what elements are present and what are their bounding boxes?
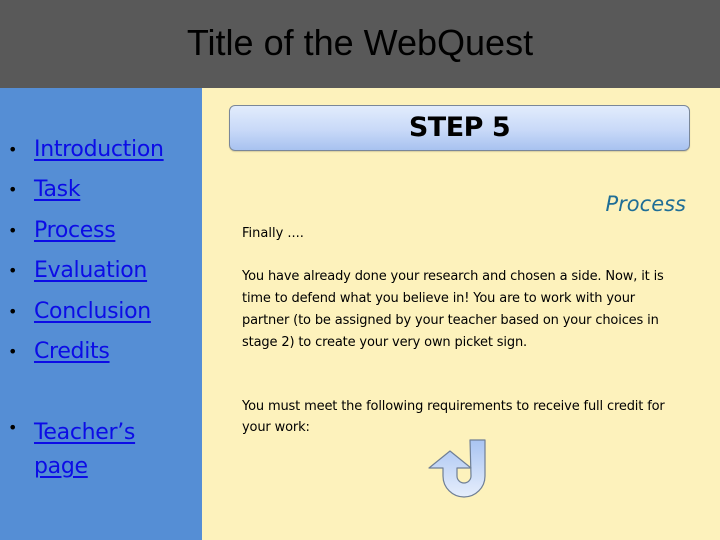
bullet-icon: • [8, 418, 18, 437]
sidebar-nav: • Introduction • Task • Process • Evalua… [0, 88, 202, 540]
nav-link-teachers-page[interactable]: Teacher’s page [34, 416, 184, 484]
requirements-paragraph: You must meet the following requirements… [242, 399, 665, 435]
instructions-paragraph: You have already done your research and … [242, 269, 664, 350]
step-title: STEP 5 [408, 112, 511, 143]
nav-link-process[interactable]: Process [34, 214, 116, 248]
nav-link-task[interactable]: Task [34, 173, 81, 207]
bullet-icon: • [8, 220, 18, 240]
bullet-icon: • [8, 140, 18, 159]
intro-text: Finally .... [242, 226, 304, 241]
section-heading: Process [605, 192, 687, 216]
page-title: Title of the WebQuest [186, 22, 534, 63]
nav-link-evaluation[interactable]: Evaluation [34, 254, 147, 288]
header-bar: Title of the WebQuest [0, 0, 720, 88]
main-content: STEP 5 Process Finally .... You have alr… [202, 88, 720, 540]
step-banner: STEP 5 [229, 105, 690, 151]
bullet-icon: • [8, 180, 18, 200]
bullet-icon: • [8, 341, 18, 361]
u-turn-arrow-icon[interactable] [422, 436, 492, 501]
bullet-icon: • [8, 261, 18, 281]
nav-link-credits[interactable]: Credits [34, 335, 110, 369]
bullet-icon: • [8, 301, 18, 321]
nav-link-conclusion[interactable]: Conclusion [34, 295, 151, 329]
nav-link-introduction[interactable]: Introduction [34, 133, 164, 167]
